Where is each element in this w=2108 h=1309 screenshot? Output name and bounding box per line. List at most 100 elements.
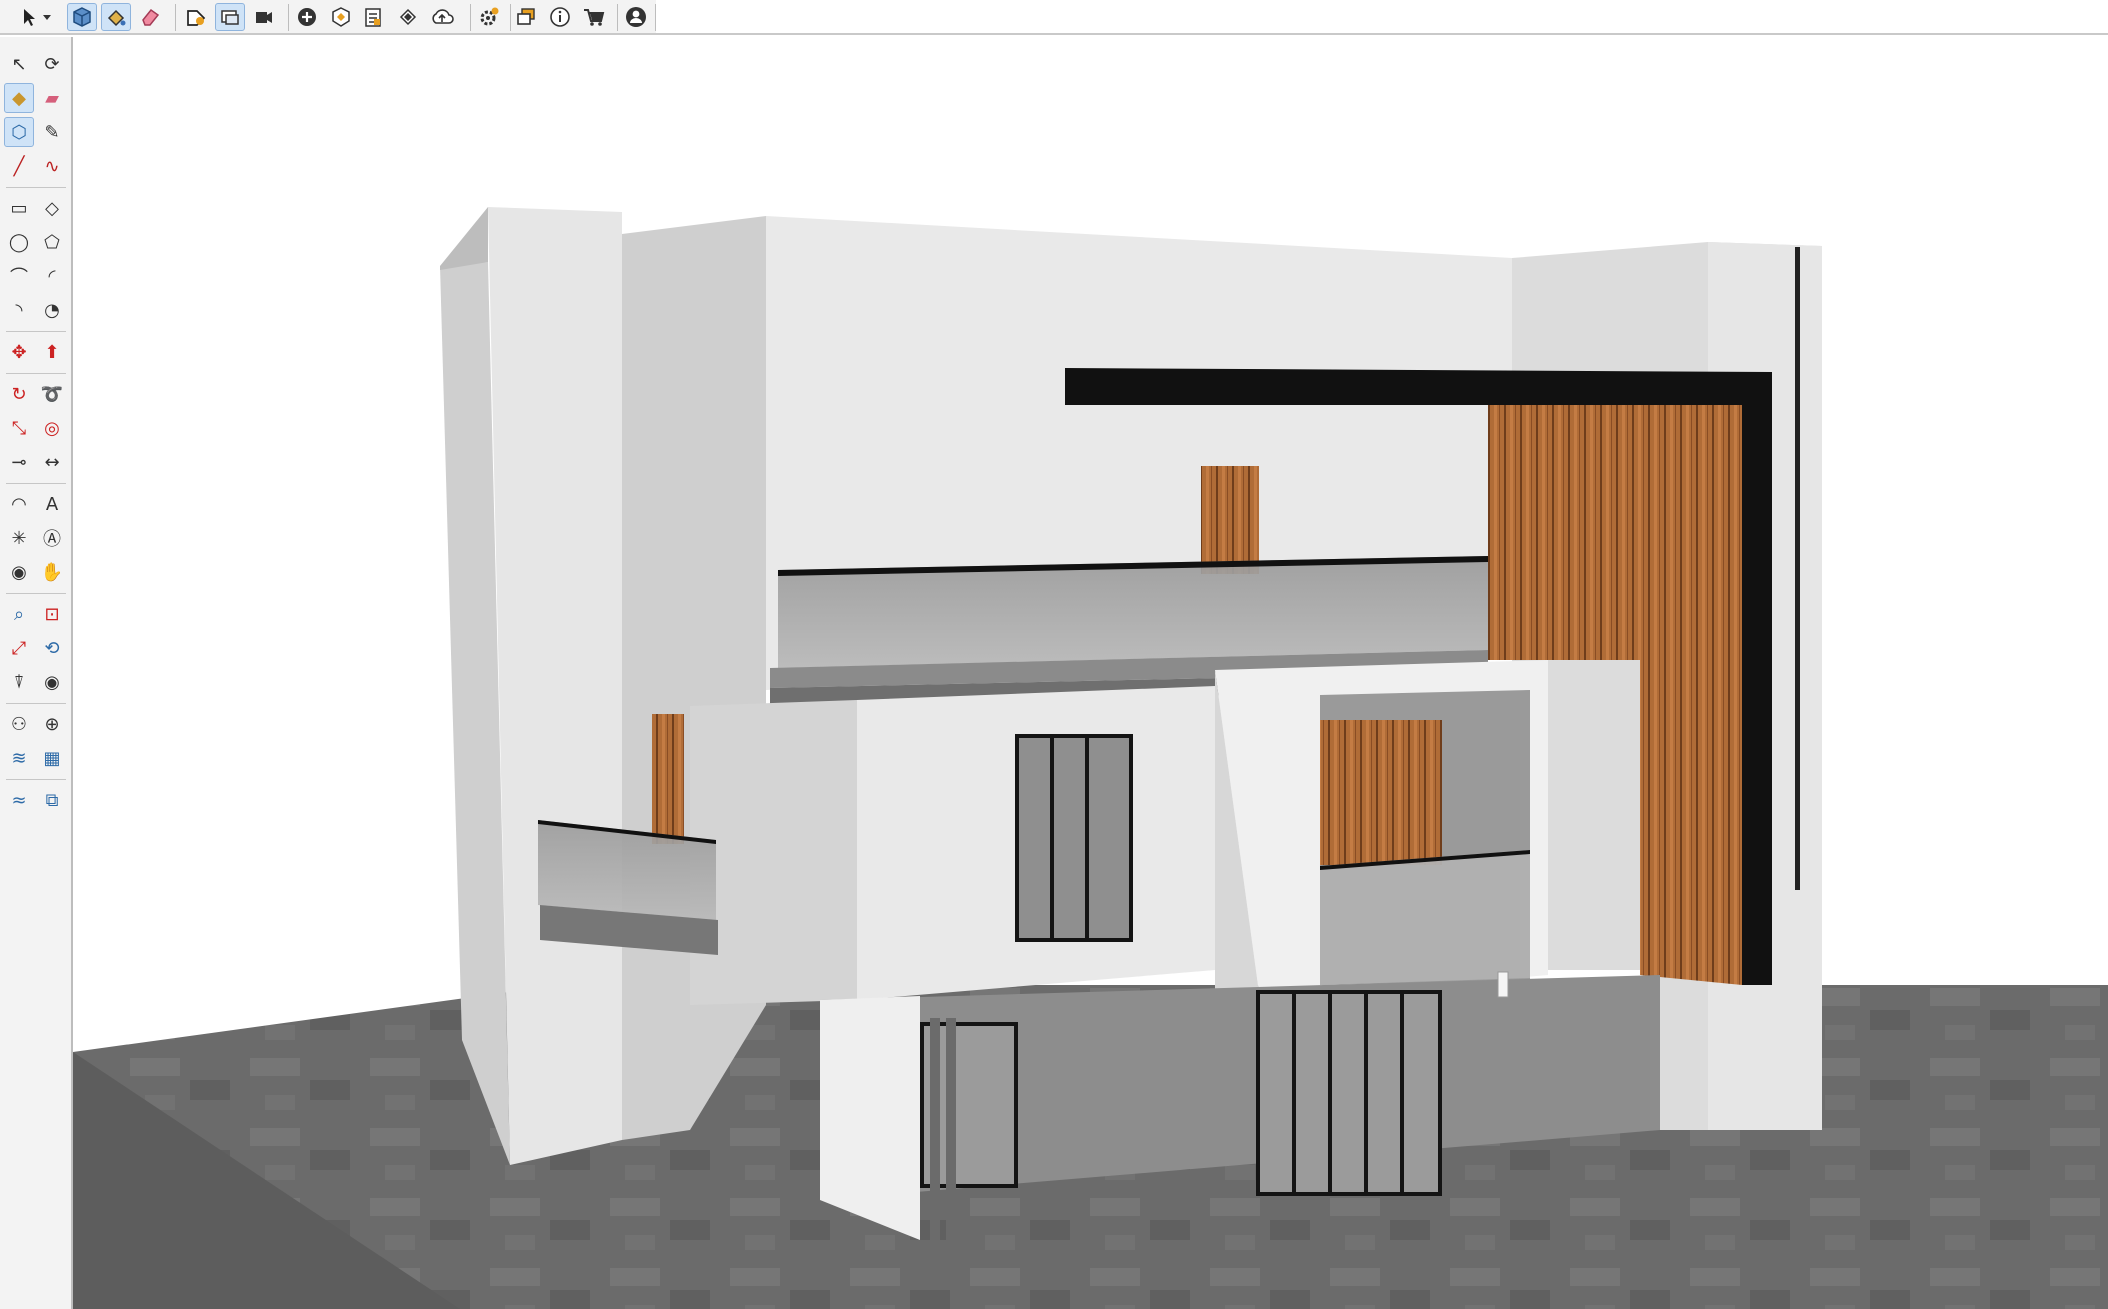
offset-tool-icon[interactable]: ◎: [37, 413, 67, 443]
ground-floor-left: [820, 996, 920, 1240]
black-frame-right: [1742, 372, 1772, 985]
rectangle-tool-icon[interactable]: ▭: [4, 193, 34, 223]
wall-light: [1497, 971, 1509, 998]
eraser-tool-glyph: ▰: [45, 87, 59, 109]
paint-bucket-icon[interactable]: [101, 3, 131, 31]
look-around-icon[interactable]: ◉: [37, 667, 67, 697]
extension-manager-icon[interactable]: [474, 3, 504, 31]
component-browser-icon[interactable]: [67, 3, 97, 31]
rotate-tool-glyph: ↻: [11, 383, 27, 405]
three-point-arc-glyph: ◝: [15, 299, 23, 321]
select-tool-glyph: ↖: [11, 53, 27, 75]
tag-visibility-icon[interactable]: [181, 3, 211, 31]
paint-bucket-tool-icon[interactable]: ◆: [4, 83, 34, 113]
axes-tool-icon[interactable]: ✳: [4, 523, 34, 553]
position-camera-glyph: ⍒: [13, 671, 25, 693]
zoom-window-icon[interactable]: ⊡: [37, 599, 67, 629]
3d-text-icon[interactable]: Ⓐ: [37, 523, 67, 553]
layer-manager-icon[interactable]: [215, 3, 245, 31]
line-tool-glyph: ╱: [13, 155, 25, 177]
scene-camera-icon[interactable]: [249, 3, 279, 31]
pie-tool-icon[interactable]: ◔: [37, 295, 67, 325]
info-icon[interactable]: [545, 3, 575, 31]
add-location-icon[interactable]: [292, 3, 322, 31]
sandbox-smoove-icon[interactable]: ≈: [4, 785, 34, 815]
rotate-tool-icon[interactable]: ↻: [4, 379, 34, 409]
black-frame-top: [1065, 368, 1772, 405]
circle-tool-glyph: ◯: [8, 231, 30, 253]
scale-tool-glyph: ⤡: [11, 417, 27, 439]
text-tool-icon[interactable]: A: [37, 489, 67, 519]
orbit-lasso-icon[interactable]: ⟳: [37, 49, 67, 79]
zoom-extents-glyph: ⤢: [11, 637, 27, 659]
tool-group-separator: [6, 779, 66, 780]
eraser-tool-icon[interactable]: ▰: [37, 83, 67, 113]
push-pull-icon[interactable]: ⬆: [37, 337, 67, 367]
sandbox-from-scratch-icon[interactable]: ▦: [37, 743, 67, 773]
dimension-tool-icon[interactable]: ↔: [37, 447, 67, 477]
tape-pencil-icon[interactable]: ✎: [37, 117, 67, 147]
toolbar-empty-area: [656, 0, 2108, 35]
sandbox-from-contours-icon[interactable]: ≋: [4, 743, 34, 773]
pie-tool-glyph: ◔: [44, 299, 60, 321]
tool-group-separator: [6, 483, 66, 484]
model-info-icon[interactable]: [358, 3, 388, 31]
two-point-arc-icon[interactable]: ◜: [37, 261, 67, 291]
follow-me-icon[interactable]: ➰: [37, 379, 67, 409]
account-icon[interactable]: [621, 3, 651, 31]
polygon-tool-icon[interactable]: ⬠: [37, 227, 67, 257]
scale-tool-icon[interactable]: ⤡: [4, 413, 34, 443]
tool-group-separator: [6, 593, 66, 594]
walk-tool-glyph: ⚇: [10, 713, 28, 735]
section-plane-icon[interactable]: [326, 3, 356, 31]
select-tool-icon[interactable]: ↖: [4, 49, 34, 79]
move-tool-icon[interactable]: ✥: [4, 337, 34, 367]
freehand-tool-glyph: ∿: [44, 155, 60, 177]
paint-bucket-tool-glyph: ◆: [12, 87, 26, 109]
orbit-tool-icon[interactable]: ◉: [4, 557, 34, 587]
shopping-cart-icon[interactable]: [579, 3, 609, 31]
push-pull-glyph: ⬆: [44, 341, 60, 363]
two-point-arc-glyph: ◜: [48, 265, 56, 287]
walk-tool-icon[interactable]: ⚇: [4, 709, 34, 739]
protractor-icon[interactable]: ◠: [4, 489, 34, 519]
box-door: [1320, 720, 1442, 865]
pan-tool-icon[interactable]: ✋: [37, 557, 67, 587]
orbit-lasso-glyph: ⟳: [44, 53, 60, 75]
zoom-extents-icon[interactable]: ⤢: [4, 633, 34, 663]
section-tool-icon[interactable]: ⊕: [37, 709, 67, 739]
sandbox-from-contours-glyph: ≋: [11, 747, 27, 769]
previous-view-icon[interactable]: ⟲: [37, 633, 67, 663]
tool-group-separator: [6, 187, 66, 188]
side-door: [652, 714, 684, 844]
tape-measure-icon[interactable]: ⊸: [4, 447, 34, 477]
3d-viewport[interactable]: [73, 37, 2108, 1309]
extension-warehouse-icon[interactable]: [393, 3, 423, 31]
arc-tool-glyph: ⌒: [10, 267, 28, 288]
arc-tool-icon[interactable]: ⌒: [4, 261, 34, 291]
share-model-icon[interactable]: [511, 3, 541, 31]
three-point-arc-icon[interactable]: ◝: [4, 295, 34, 325]
upper-door: [1201, 466, 1259, 574]
zoom-tool-icon[interactable]: ⌕: [4, 599, 34, 629]
offset-tool-glyph: ◎: [44, 417, 60, 439]
sandbox-stamp-icon[interactable]: ⧉: [37, 785, 67, 815]
line-tool-icon[interactable]: ╱: [4, 151, 34, 181]
freehand-tool-icon[interactable]: ∿: [37, 151, 67, 181]
look-around-glyph: ◉: [44, 671, 60, 693]
sandbox-smoove-glyph: ≈: [11, 789, 27, 811]
main-toolbar: [0, 0, 2108, 35]
pan-tool-glyph: ✋: [40, 561, 64, 583]
cloud-upload-icon[interactable]: [427, 3, 457, 31]
position-camera-icon[interactable]: ⍒: [4, 667, 34, 697]
rotated-rectangle-icon[interactable]: ◇: [37, 193, 67, 223]
tape-measure-glyph: ⊸: [11, 451, 27, 473]
dropdown-caret-icon[interactable]: [40, 3, 54, 31]
component-tool-glyph: ⬡: [11, 121, 27, 143]
house-model: [73, 207, 2108, 1309]
eraser-icon[interactable]: [135, 3, 165, 31]
circle-tool-icon[interactable]: ◯: [4, 227, 34, 257]
component-tool-icon[interactable]: ⬡: [4, 117, 34, 147]
follow-me-glyph: ➰: [40, 383, 64, 405]
section-tool-glyph: ⊕: [44, 713, 60, 735]
